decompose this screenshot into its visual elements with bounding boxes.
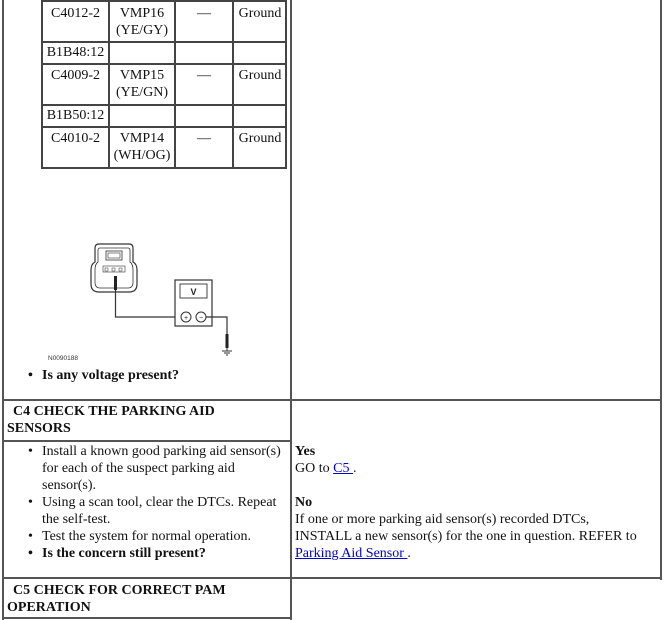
pin-circuit: VMP14 (WH/OG) — [110, 130, 174, 164]
figure-id: N0090188 — [48, 355, 78, 362]
row-divider-c4 — [2, 399, 662, 401]
pin-circuit-color: (YE/GN) — [115, 85, 169, 100]
pin-table-row-line — [41, 126, 287, 128]
c4-step-line: sensor(s). — [42, 478, 97, 493]
c4-step: Is the concern still present? — [8, 545, 290, 562]
pin-group: B1B48:12 — [46, 45, 105, 60]
pin-connector: C4012-2 — [51, 6, 100, 21]
parking-aid-sensor-link[interactable]: Parking Aid Sensor — [295, 546, 407, 561]
pin-target: Ground — [238, 6, 282, 21]
c4-step-line: Using a scan tool, clear the DTCs. Repea… — [42, 495, 277, 510]
pin-dash: — — [197, 68, 211, 83]
pin-circuit-color: (YE/GY) — [115, 23, 169, 38]
yes-text: GO to — [295, 461, 334, 476]
outer-right-border — [660, 0, 662, 580]
c5-title: C5 CHECK FOR CORRECT PAM OPERATION — [7, 582, 287, 616]
pin-table-row-line — [41, 0, 287, 2]
c5-link[interactable]: C5 — [333, 461, 353, 476]
pin-table-row-line — [41, 167, 287, 169]
row-divider-c4-header — [2, 440, 292, 442]
yes-suffix: . — [352, 461, 357, 476]
c4-results: Yes GO to C5 . No If one or more parking… — [295, 443, 659, 562]
pin-circuit: VMP15 (YE/GN) — [110, 67, 174, 101]
plus-sign: + — [184, 315, 188, 322]
pin-target: Ground — [238, 131, 282, 146]
pin-connector: C4009-2 — [51, 68, 100, 83]
outer-bottom-border — [2, 617, 292, 619]
pin-target: Ground — [238, 68, 282, 83]
wire-plus — [114, 290, 184, 318]
probe-plus-icon — [114, 276, 117, 290]
voltmeter-label: V — [190, 287, 196, 297]
row-divider-c5 — [2, 577, 662, 579]
c4-step-line: for each of the suspect parking aid — [42, 461, 235, 476]
pin-dash: — — [197, 6, 211, 21]
c4-step: Using a scan tool, clear the DTCs. Repea… — [8, 494, 290, 528]
pin-dash: — — [197, 131, 211, 146]
c4-title-line1: C4 CHECK THE PARKING AID — [13, 404, 215, 419]
c4-step-line: Test the system for normal operation. — [42, 529, 251, 544]
yes-label: Yes — [295, 444, 316, 459]
pin-circuit-name: VMP16 — [119, 6, 165, 21]
c4-steps: Install a known good parking aid sensor(… — [8, 443, 290, 562]
c4-step-line: Is the concern still present? — [42, 546, 206, 561]
no-label: No — [295, 495, 313, 510]
pin-circuit: VMP16 (YE/GY) — [110, 5, 174, 39]
pin-table-row-line — [41, 63, 287, 65]
c4-step-line: Install a known good parking aid sensor(… — [42, 444, 281, 459]
no-action: Parking Aid Sensor . — [295, 545, 659, 562]
pin-group: B1B50:12 — [46, 108, 105, 123]
no-line2: INSTALL a new sensor(s) for the one in q… — [295, 529, 637, 544]
no-line1: If one or more parking aid sensor(s) rec… — [295, 512, 590, 527]
yes-action: GO to C5 . — [295, 460, 659, 477]
c4-step: Test the system for normal operation. — [8, 528, 290, 545]
pin-circuit-color: (WH/OG) — [113, 148, 171, 163]
minus-sign: − — [199, 315, 203, 322]
probe-minus-icon — [225, 334, 229, 348]
c4-title-line2: SENSORS — [7, 421, 71, 436]
no-suffix: . — [407, 546, 411, 561]
pin-circuit-name: VMP15 — [119, 68, 165, 83]
c3-question: Is any voltage present? — [8, 367, 288, 384]
c4-step: Install a known good parking aid sensor(… — [8, 443, 290, 494]
c3-question-list: Is any voltage present? — [8, 367, 288, 384]
outer-middle-divider — [290, 0, 292, 620]
c5-title-line1: C5 CHECK FOR CORRECT PAM — [13, 583, 226, 598]
pin-table-row-line — [41, 41, 287, 43]
c4-title: C4 CHECK THE PARKING AID SENSORS — [7, 403, 287, 437]
pin-circuit-name: VMP14 — [119, 131, 165, 146]
c5-title-line2: OPERATION — [7, 600, 91, 615]
c4-step-line: the self-test. — [42, 512, 111, 527]
pin-connector: C4010-2 — [51, 131, 100, 146]
pin-table-row-line — [41, 104, 287, 106]
ground-icon — [222, 348, 232, 356]
voltage-test-diagram: V + − N0090188 — [48, 243, 232, 362]
